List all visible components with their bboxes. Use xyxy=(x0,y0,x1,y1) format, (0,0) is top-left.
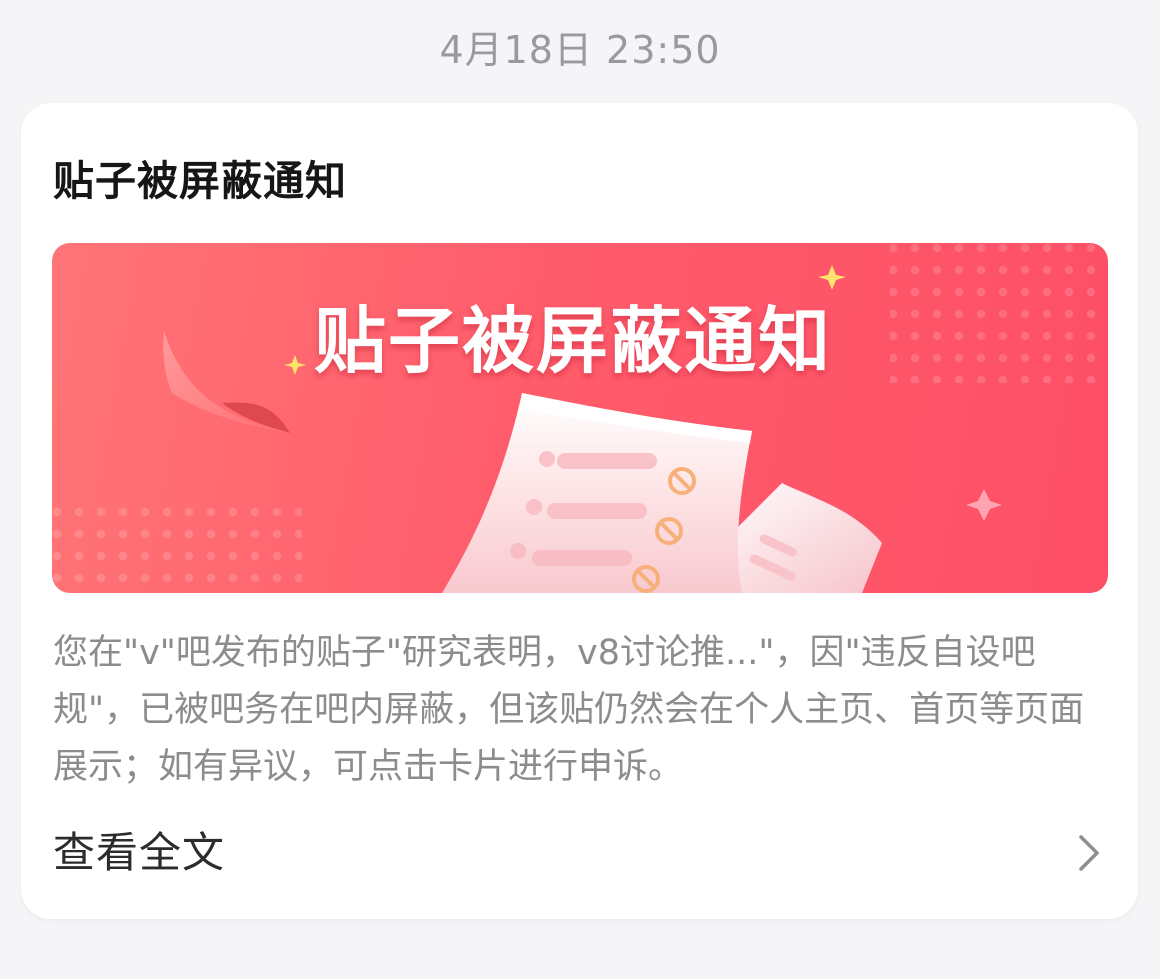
chevron-right-icon[interactable] xyxy=(1073,831,1103,875)
notification-body: 您在"v"吧发布的贴子"研究表明，v8讨论推..."，因"违反自设吧规"，已被吧… xyxy=(53,633,1085,787)
document-illustration xyxy=(442,393,752,593)
star-decoration-icon xyxy=(966,489,1002,521)
banner-title: 贴子被屏蔽通知 xyxy=(314,299,833,383)
notification-card[interactable]: 贴子被屏蔽通知 贴子被屏蔽通知 您在"v"吧发布的贴子"研究表明，v8讨论推..… xyxy=(21,103,1138,919)
banner-illustration xyxy=(52,243,1108,593)
paper-scrap-decoration xyxy=(163,331,292,433)
dot-pattern-bottom-left xyxy=(52,505,302,593)
card-title: 贴子被屏蔽通知 xyxy=(53,157,347,205)
notification-banner: 贴子被屏蔽通知 xyxy=(52,243,1108,593)
message-timestamp: 4月18日 23:50 xyxy=(439,28,721,72)
view-full-text-label: 查看全文 xyxy=(53,828,226,877)
dot-pattern-top-right xyxy=(890,243,1108,383)
sparkle-icon xyxy=(284,355,306,375)
view-full-text-row[interactable]: 查看全文 xyxy=(53,823,1103,883)
sparkle-icon xyxy=(818,265,846,290)
